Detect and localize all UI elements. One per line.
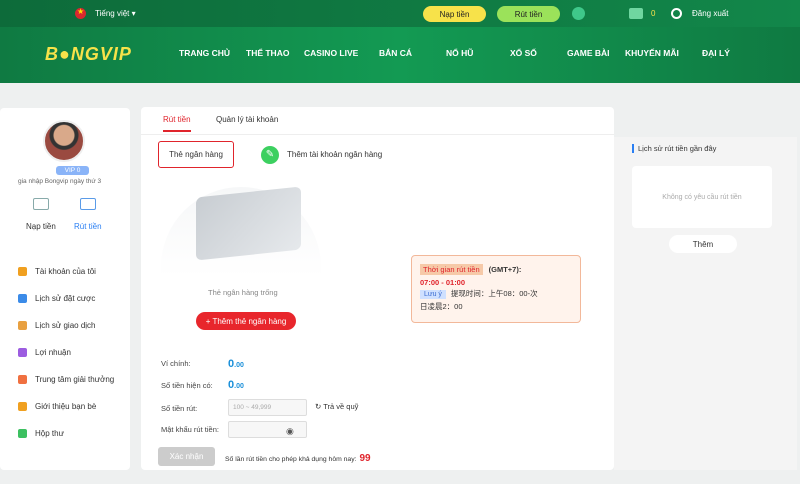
sidebar-withdraw-link[interactable]: Rút tiền <box>74 222 102 231</box>
account-icon <box>18 267 27 276</box>
sidebar-item-bet-history[interactable]: Lịch sử đặt cược <box>18 294 95 303</box>
add-bank-card-button[interactable]: + Thêm thẻ ngân hàng <box>196 312 296 330</box>
sidebar-item-my-account[interactable]: Tài khoản của tôi <box>18 267 96 276</box>
vip-badge: VIP 0 <box>56 166 89 175</box>
timezone: (GMT+7): <box>488 265 522 274</box>
rewards-icon <box>18 375 27 384</box>
withdraw-card-icon[interactable] <box>80 198 96 210</box>
language-selector[interactable]: Tiếng việt ▾ <box>95 9 136 18</box>
withdraw-panel: Rút tiền Quản lý tài khoản Thẻ ngân hàng… <box>141 107 614 470</box>
sidebar-item-rewards[interactable]: Trung tâm giải thưởng <box>18 375 114 384</box>
inbox-icon <box>18 429 27 438</box>
power-icon[interactable] <box>671 8 682 19</box>
tab-withdraw[interactable]: Rút tiền <box>163 115 191 132</box>
bank-card-illustration <box>196 186 301 261</box>
deposit-wallet-icon[interactable] <box>33 198 49 210</box>
tab-account-management[interactable]: Quản lý tài khoản <box>216 115 278 124</box>
sidebar-item-profit[interactable]: Lợi nhuận <box>18 348 71 357</box>
vietnam-flag-icon <box>75 7 86 19</box>
profit-icon <box>18 348 27 357</box>
amount-input[interactable]: 100 ~ 49,999 <box>228 399 307 416</box>
available-label: Số tiền hiện có: <box>161 381 213 390</box>
history-empty: Không có yêu cầu rút tiền <box>632 166 772 228</box>
sidebar-item-transaction-history[interactable]: Lịch sử giao dịch <box>18 321 96 330</box>
tab-divider <box>141 134 614 135</box>
edit-icon[interactable]: ✎ <box>261 146 279 164</box>
nav-sports[interactable]: THỂ THAO <box>246 48 289 58</box>
transaction-icon <box>18 321 27 330</box>
bet-history-icon <box>18 294 27 303</box>
nav-home[interactable]: TRANG CHỦ <box>179 48 230 58</box>
withdraw-limit: Số lần rút tiền cho phép khả dụng hôm na… <box>225 453 371 464</box>
top-bar: Tiếng việt ▾ Nạp tiền Rút tiền 0 Đăng xu… <box>0 0 800 27</box>
bongvip-logo[interactable]: B●NGVIP <box>45 44 132 65</box>
nav-slots[interactable]: NỔ HŨ <box>446 48 473 58</box>
referral-icon <box>18 402 27 411</box>
history-title: Lịch sử rút tiền gần đây <box>632 144 716 153</box>
amount-label: Số tiền rút: <box>161 404 198 413</box>
nav-fishing[interactable]: BẮN CÁ <box>379 48 412 58</box>
withdraw-hours: 07:00 - 01:00 <box>420 278 466 287</box>
eye-slash-icon[interactable]: ◉ <box>286 426 294 437</box>
confirm-button[interactable]: Xác nhận <box>158 447 215 466</box>
available-value: 0.00 <box>228 379 244 391</box>
password-input[interactable] <box>228 421 307 438</box>
nav-promotions[interactable]: KHUYẾN MÃI <box>625 48 679 58</box>
nav-lottery[interactable]: XỔ SỐ <box>510 48 537 58</box>
profile-sidebar: VIP 0 gia nhập Bongvip ngày thứ 3 Nạp ti… <box>0 108 130 470</box>
sidebar-item-referral[interactable]: Giới thiệu bạn bè <box>18 402 96 411</box>
note-text: 提现时间：上午08：00-次 <box>450 289 538 298</box>
balance-value: 0 <box>651 9 656 18</box>
add-bank-account-link[interactable]: Thêm tài khoản ngân hàng <box>287 150 382 159</box>
note-badge: Lưu ý <box>420 290 446 299</box>
time-label: Thời gian rút tiền <box>420 264 483 275</box>
withdraw-time-info: Thời gian rút tiền (GMT+7): 07:00 - 01:00… <box>411 255 581 323</box>
empty-card-text: Thẻ ngân hàng trống <box>208 288 278 297</box>
withdraw-button[interactable]: Rút tiền <box>497 6 560 22</box>
sidebar-item-inbox[interactable]: Hộp thư <box>18 429 64 438</box>
join-info: gia nhập Bongvip ngày thứ 3 <box>18 178 102 185</box>
nav-agent[interactable]: ĐẠI LÝ <box>702 48 730 58</box>
password-label: Mật khẩu rút tiền: <box>161 425 219 434</box>
nav-casino-live[interactable]: CASINO LIVE <box>304 48 358 58</box>
refund-button[interactable]: ↻ Trả về quỹ <box>315 402 358 411</box>
main-wallet-value: 0.00 <box>228 358 244 370</box>
logout-link[interactable]: Đăng xuất <box>692 9 728 18</box>
wallet-icon[interactable] <box>629 8 643 19</box>
avatar <box>43 120 85 162</box>
withdraw-history-panel: Lịch sử rút tiền gần đây Không có yêu cầ… <box>614 137 797 470</box>
note-text-2: 日凌晨2：00 <box>420 302 463 311</box>
deposit-button[interactable]: Nạp tiền <box>423 6 486 22</box>
bank-card-option[interactable]: Thẻ ngân hàng <box>158 141 234 168</box>
user-icon[interactable] <box>572 7 585 20</box>
sidebar-deposit-link[interactable]: Nạp tiền <box>26 222 56 231</box>
nav-card-games[interactable]: GAME BÀI <box>567 48 610 58</box>
more-button[interactable]: Thêm <box>669 235 737 253</box>
main-wallet-label: Ví chính: <box>161 359 191 368</box>
